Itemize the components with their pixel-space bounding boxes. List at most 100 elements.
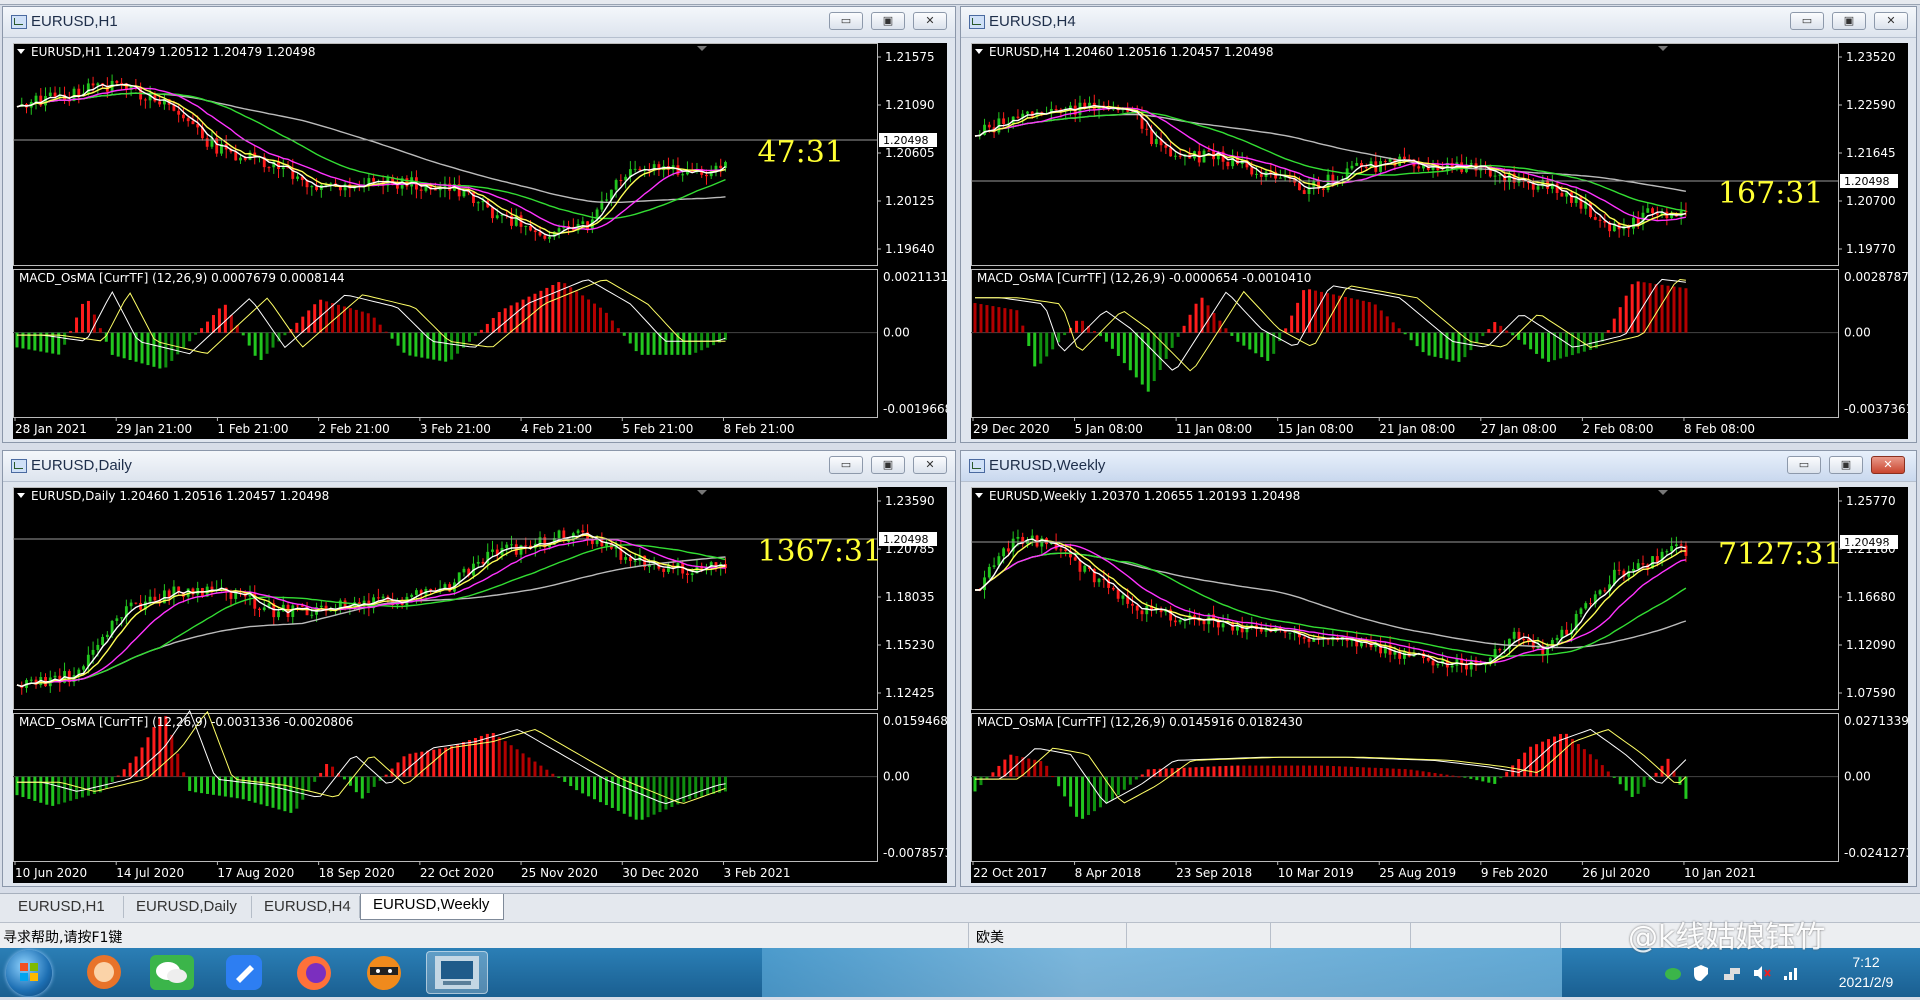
macd-histogram-bar [712, 776, 716, 794]
window-titlebar[interactable]: EURUSD,H1 ▭ ▣ ✕ [3, 7, 955, 38]
macd-histogram-bar [1558, 332, 1562, 359]
candle-body [987, 566, 991, 578]
start-button[interactable] [6, 950, 52, 996]
chart-window-weekly[interactable]: EURUSD,Weekly ▭ ▣ ✕ 1.20498 1.25770 1.2118… [960, 450, 1917, 887]
dropdown-triangle-icon[interactable] [975, 49, 983, 54]
macd-histogram-bar [80, 776, 84, 798]
macd-histogram-bar [408, 332, 412, 356]
tray-volume-muted-icon[interactable] [1752, 964, 1772, 982]
macd-histogram-bar [1236, 765, 1240, 777]
close-button[interactable]: ✕ [1874, 12, 1908, 30]
taskbar-app-ninja[interactable] [356, 951, 412, 994]
candle-body [229, 592, 233, 599]
macd-histogram-bar [1612, 776, 1616, 778]
date-tick-label: 28 Jan 2021 [15, 422, 87, 436]
chart-svg[interactable]: 1.204981.215751.210901.206051.201251.196… [13, 43, 947, 439]
candle-body [410, 177, 414, 187]
maximize-button[interactable]: ▣ [871, 12, 905, 30]
tab-eurusd-h4[interactable]: EURUSD,H4 [252, 896, 360, 918]
macd-histogram-bar [991, 306, 995, 333]
macd-histogram-bar [587, 299, 591, 333]
tab-eurusd-daily[interactable]: EURUSD,Daily [124, 896, 252, 918]
macd-histogram-bar [1361, 767, 1365, 777]
close-button[interactable]: ✕ [1871, 456, 1905, 474]
macd-histogram-bar [402, 332, 406, 353]
macd-histogram-bar [1260, 332, 1264, 358]
macd-histogram-bar [1654, 772, 1658, 777]
candle-body [296, 176, 299, 179]
candle-body [605, 199, 609, 201]
candle-body [1498, 649, 1502, 651]
minimize-button[interactable]: ▭ [829, 456, 863, 474]
candle-body [1383, 161, 1387, 163]
candle-body [134, 602, 138, 604]
macd-histogram-bar [557, 282, 561, 333]
taskbar-firefox[interactable] [286, 951, 342, 994]
tab-eurusd-weekly[interactable]: EURUSD,Weekly [360, 894, 504, 920]
macd-histogram-bar [581, 776, 585, 794]
chart-canvas[interactable]: 1.20498 1.25770 1.21180 1.16680 1.12090 1.075… [971, 487, 1908, 883]
macd-histogram-bar [247, 776, 251, 801]
window-titlebar[interactable]: EURUSD,Daily ▭ ▣ ✕ [3, 451, 955, 482]
candle-body [429, 588, 433, 591]
taskbar-app-1[interactable] [76, 951, 132, 994]
macd-histogram-bar [1206, 766, 1210, 777]
chart-canvas[interactable]: 1.20498 1.23520 1.22590 1.21645 1.20700 1.197… [971, 43, 1908, 439]
candle-body [1517, 631, 1521, 639]
dropdown-triangle-icon[interactable] [17, 493, 25, 498]
window-titlebar[interactable]: EURUSD,Weekly ▭ ▣ ✕ [961, 451, 1916, 482]
macd-histogram-bar [1391, 768, 1395, 777]
chart-svg[interactable]: 1.204981.257701.211801.166801.120901.075… [971, 487, 1908, 883]
macd-histogram-bar [1170, 332, 1174, 348]
chart-canvas[interactable]: 1.20498 1.21575 1.21090 1.20605 1.20125 1.196… [13, 43, 947, 439]
macd-histogram-bar [515, 749, 519, 777]
dropdown-triangle-icon[interactable] [975, 493, 983, 498]
candle-body [105, 634, 109, 637]
macd-histogram-bar [1636, 281, 1640, 333]
candle-body [581, 530, 585, 533]
date-tick-label: 29 Dec 2020 [973, 422, 1050, 436]
minimize-button[interactable]: ▭ [1787, 456, 1821, 474]
chart-window-h4[interactable]: EURUSD,H4 ▭ ▣ ✕ 1.20498 1.23520 1.22590 1.2… [960, 6, 1917, 443]
candle-body [457, 572, 461, 583]
tab-eurusd-h1[interactable]: EURUSD,H1 [6, 896, 124, 918]
maximize-button[interactable]: ▣ [871, 456, 905, 474]
chart-svg[interactable]: 1.204981.235901.207851.180351.152301.124… [13, 487, 947, 883]
candle-body [1259, 629, 1263, 632]
tray-wechat-icon[interactable] [1664, 966, 1682, 982]
taskbar-mt4[interactable] [426, 951, 488, 994]
window-title: EURUSD,Weekly [989, 457, 1106, 474]
candle-body [115, 80, 119, 83]
window-titlebar[interactable]: EURUSD,H4 ▭ ▣ ✕ [961, 7, 1916, 38]
macd-histogram-bar [539, 290, 543, 333]
macd-histogram-bar [985, 305, 989, 333]
macd-histogram-bar [1098, 776, 1102, 808]
chart-window-daily[interactable]: EURUSD,Daily ▭ ▣ ✕ 1.20498 1.23590 1.20785… [2, 450, 956, 887]
minimize-button[interactable]: ▭ [1790, 12, 1824, 30]
candle-body [1455, 658, 1459, 666]
macd-histogram-bar [1481, 776, 1485, 782]
minimize-button[interactable]: ▭ [829, 12, 863, 30]
taskbar-wechat[interactable] [144, 951, 200, 994]
tray-clock[interactable]: 7:12 2021/2/9 [1816, 954, 1916, 990]
macd-histogram-bar [1415, 770, 1419, 777]
dropdown-triangle-icon[interactable] [17, 49, 25, 54]
macd-histogram-bar [146, 737, 150, 777]
close-button[interactable]: ✕ [913, 12, 947, 30]
taskbar-notes[interactable] [216, 951, 272, 994]
macd-histogram-bar [1397, 328, 1401, 333]
chart-svg[interactable]: 1.20498 1.23520 1.22590 1.21645 1.20700 1.197… [971, 43, 1908, 439]
chart-window-h1[interactable]: EURUSD,H1 ▭ ▣ ✕ 1.20498 1.21575 1.21090 1.2… [2, 6, 956, 443]
candle-body [1379, 161, 1382, 172]
tray-signal-icon[interactable] [1782, 964, 1800, 982]
tray-network-icon[interactable] [1722, 964, 1742, 982]
macd-histogram-bar [1367, 767, 1371, 777]
macd-histogram-bar [366, 776, 370, 794]
close-button[interactable]: ✕ [913, 456, 947, 474]
maximize-button[interactable]: ▣ [1832, 12, 1866, 30]
tray-shield-icon[interactable] [1692, 964, 1710, 982]
maximize-button[interactable]: ▣ [1829, 456, 1863, 474]
candle-body [1016, 536, 1020, 539]
chart-canvas[interactable]: 1.20498 1.23590 1.20785 1.18035 1.15230 1.124… [13, 487, 947, 883]
date-tick-label: 25 Aug 2019 [1379, 866, 1456, 880]
